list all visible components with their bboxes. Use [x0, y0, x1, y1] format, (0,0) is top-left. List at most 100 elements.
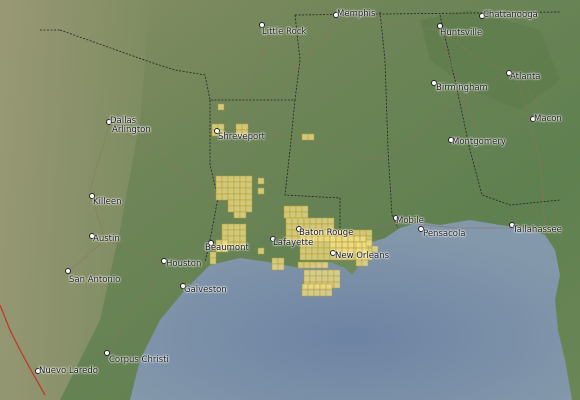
- coverage-tile[interactable]: [285, 229, 293, 237]
- coverage-tile[interactable]: [233, 187, 241, 195]
- coverage-tile[interactable]: [333, 269, 341, 277]
- coverage-tile[interactable]: [245, 175, 253, 183]
- coverage-tile[interactable]: [319, 283, 327, 291]
- coverage-tile[interactable]: [245, 187, 253, 195]
- coverage-tile[interactable]: [309, 269, 317, 277]
- coverage-tile[interactable]: [283, 205, 291, 213]
- coverage-tile[interactable]: [239, 193, 247, 201]
- coverage-tile[interactable]: [233, 223, 241, 231]
- map-view[interactable]: Memphis Chattanooga Little Rock Huntsvil…: [0, 0, 580, 400]
- coverage-tile[interactable]: [365, 239, 373, 247]
- coverage-tile[interactable]: [285, 223, 293, 231]
- coverage-tile[interactable]: [301, 283, 309, 291]
- coverage-tile[interactable]: [209, 257, 217, 265]
- coverage-tile[interactable]: [221, 187, 229, 195]
- coverage-tile[interactable]: [215, 181, 223, 189]
- coverage-tile[interactable]: [309, 261, 317, 269]
- coverage-tile[interactable]: [359, 229, 367, 237]
- coverage-tile[interactable]: [301, 289, 309, 297]
- coverage-tile[interactable]: [311, 247, 319, 255]
- coverage-tile[interactable]: [257, 247, 265, 255]
- coverage-tile[interactable]: [307, 283, 315, 291]
- coverage-tile[interactable]: [353, 229, 361, 237]
- coverage-tile[interactable]: [355, 241, 363, 249]
- coverage-tile[interactable]: [227, 175, 235, 183]
- coverage-tile[interactable]: [303, 275, 311, 283]
- coverage-tile[interactable]: [271, 257, 279, 265]
- coverage-tile[interactable]: [235, 123, 243, 131]
- coverage-tile[interactable]: [217, 103, 225, 111]
- coverage-tile[interactable]: [221, 193, 229, 201]
- coverage-tile[interactable]: [327, 269, 335, 277]
- coverage-tile[interactable]: [215, 175, 223, 183]
- coverage-tile[interactable]: [221, 223, 229, 231]
- coverage-tile[interactable]: [227, 193, 235, 201]
- coverage-tile[interactable]: [307, 133, 315, 141]
- coverage-tile[interactable]: [239, 175, 247, 183]
- coverage-tile[interactable]: [239, 235, 247, 243]
- coverage-tile[interactable]: [321, 269, 329, 277]
- coverage-tile[interactable]: [227, 187, 235, 195]
- coverage-tile[interactable]: [297, 217, 305, 225]
- coverage-tile[interactable]: [315, 261, 323, 269]
- coverage-tile[interactable]: [315, 269, 323, 277]
- coverage-tile[interactable]: [327, 275, 335, 283]
- coverage-tile[interactable]: [227, 229, 235, 237]
- coverage-tile[interactable]: [221, 175, 229, 183]
- coverage-tile[interactable]: [313, 289, 321, 297]
- coverage-tile[interactable]: [311, 253, 319, 261]
- coverage-tile[interactable]: [317, 247, 325, 255]
- coverage-tile[interactable]: [297, 261, 305, 269]
- coverage-tile[interactable]: [313, 283, 321, 291]
- coverage-tile[interactable]: [271, 263, 279, 271]
- coverage-tile[interactable]: [307, 289, 315, 297]
- coverage-tile[interactable]: [309, 217, 317, 225]
- coverage-tile[interactable]: [285, 217, 293, 225]
- coverage-tile[interactable]: [321, 275, 329, 283]
- coverage-tile[interactable]: [333, 281, 341, 289]
- coverage-tile[interactable]: [257, 187, 265, 195]
- coverage-tile[interactable]: [239, 187, 247, 195]
- coverage-tile[interactable]: [221, 181, 229, 189]
- coverage-tile[interactable]: [301, 211, 309, 219]
- coverage-tile[interactable]: [227, 223, 235, 231]
- coverage-tile[interactable]: [239, 205, 247, 213]
- coverage-tile[interactable]: [335, 241, 343, 249]
- coverage-tile[interactable]: [221, 229, 229, 237]
- coverage-tile[interactable]: [233, 235, 241, 243]
- coverage-tile[interactable]: [227, 181, 235, 189]
- coverage-tile[interactable]: [353, 235, 361, 243]
- coverage-tile[interactable]: [241, 123, 249, 131]
- coverage-tile[interactable]: [227, 235, 235, 243]
- coverage-tile[interactable]: [301, 205, 309, 213]
- coverage-tile[interactable]: [233, 175, 241, 183]
- coverage-tile[interactable]: [233, 181, 241, 189]
- coverage-tile[interactable]: [239, 211, 247, 219]
- coverage-tile[interactable]: [291, 217, 299, 225]
- coverage-tile[interactable]: [277, 263, 285, 271]
- coverage-tile[interactable]: [233, 211, 241, 219]
- coverage-tile[interactable]: [283, 211, 291, 219]
- coverage-tile[interactable]: [295, 211, 303, 219]
- coverage-tile[interactable]: [321, 217, 329, 225]
- coverage-tile[interactable]: [325, 283, 333, 291]
- coverage-tile[interactable]: [305, 253, 313, 261]
- coverage-tile[interactable]: [327, 217, 335, 225]
- coverage-tile[interactable]: [239, 229, 247, 237]
- coverage-tile[interactable]: [239, 223, 247, 231]
- coverage-tile[interactable]: [303, 261, 311, 269]
- coverage-tile[interactable]: [245, 193, 253, 201]
- coverage-tile[interactable]: [365, 229, 373, 237]
- coverage-tile[interactable]: [215, 193, 223, 201]
- coverage-tile[interactable]: [329, 241, 337, 249]
- coverage-tile[interactable]: [317, 241, 325, 249]
- coverage-tile[interactable]: [289, 205, 297, 213]
- coverage-tile[interactable]: [277, 257, 285, 265]
- coverage-tile[interactable]: [299, 247, 307, 255]
- coverage-tile[interactable]: [317, 253, 325, 261]
- coverage-tile[interactable]: [245, 205, 253, 213]
- coverage-tile[interactable]: [233, 229, 241, 237]
- coverage-tile[interactable]: [323, 241, 331, 249]
- coverage-tile[interactable]: [227, 205, 235, 213]
- coverage-tile[interactable]: [233, 193, 241, 201]
